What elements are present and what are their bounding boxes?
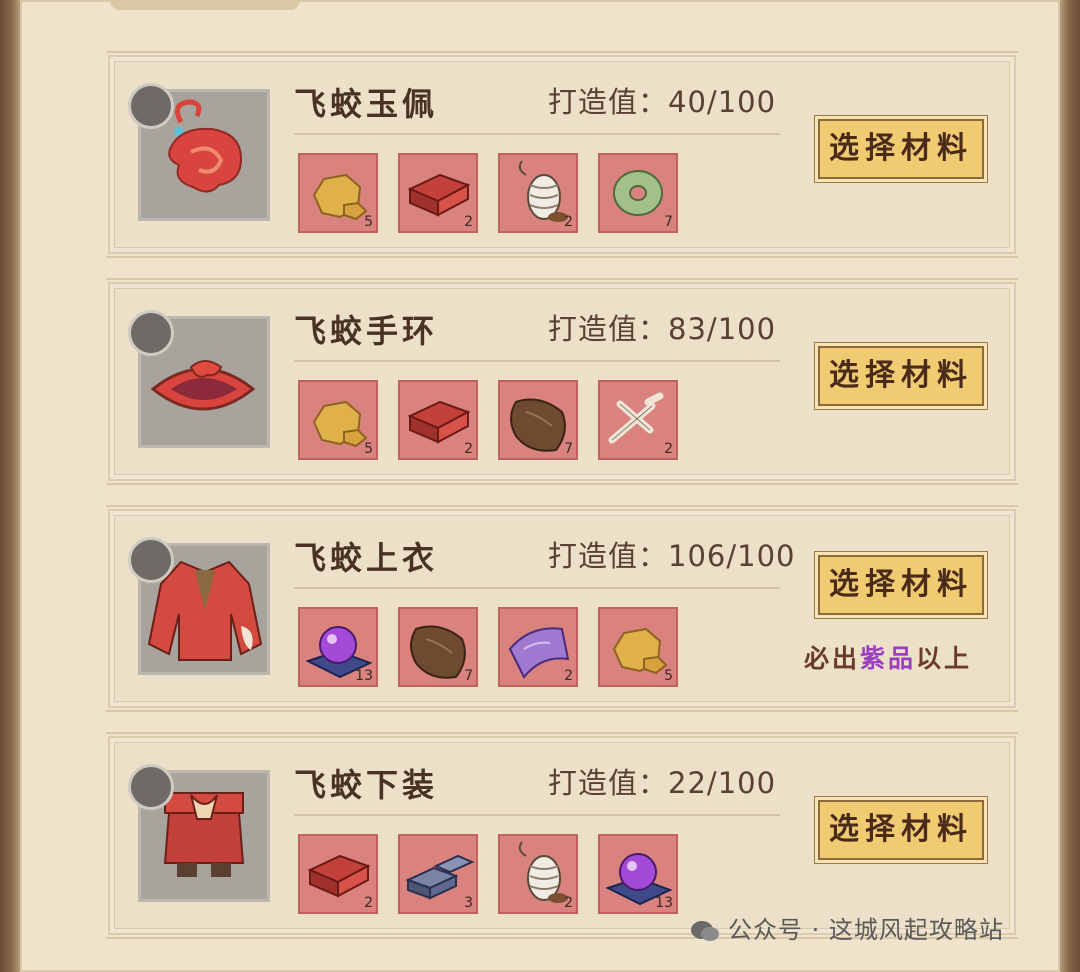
forge-value-text: 打造值：40/100 [548,85,777,119]
material-slot-bone[interactable]: 2 [598,380,678,460]
top-scrap [110,0,300,10]
forge-value-text: 打造值：83/100 [548,312,777,346]
material-qty: 2 [564,668,573,684]
material-slot-thread-spool[interactable]: 2 [498,153,578,233]
material-slot-purple-orb[interactable]: 13 [598,834,678,914]
item-card-jade-pendant: 飞蛟玉佩 打造值：40/100 5 2 2 7 选择材料 [106,51,1018,258]
material-qty: 7 [464,668,473,684]
material-slot-red-brick[interactable]: 2 [398,380,478,460]
left-frame [0,0,20,972]
material-qty: 13 [355,668,373,684]
dragon-badge-icon [128,764,174,810]
dragon-badge-icon [128,537,174,583]
divider [294,133,780,135]
material-slot-iron-ingot[interactable]: 3 [398,834,478,914]
forge-value-text: 打造值：106/100 [548,539,796,573]
material-qty: 7 [564,441,573,457]
item-name: 飞蛟下装 [294,766,439,804]
material-qty: 7 [664,214,673,230]
material-slot-gold-ore[interactable]: 5 [298,153,378,233]
material-qty: 2 [564,214,573,230]
divider [294,814,780,816]
select-materials-button[interactable]: 选择材料 [818,800,984,860]
material-qty: 13 [655,895,673,911]
item-name: 飞蛟手环 [294,312,439,350]
material-qty: 2 [364,895,373,911]
material-slot-purple-orb[interactable]: 13 [298,607,378,687]
material-qty: 5 [364,214,373,230]
material-qty: 3 [464,895,473,911]
watermark: 公众号 · 这城风起攻略站 [690,910,1004,945]
material-slot-thread-spool[interactable]: 2 [498,834,578,914]
material-slot-purple-cloth[interactable]: 2 [498,607,578,687]
item-card-bottoms: 飞蛟下装 打造值：22/100 2 3 2 13 选择材料 [106,732,1018,939]
material-slot-red-brick[interactable]: 2 [298,834,378,914]
dragon-badge-icon [128,83,174,129]
quality-guarantee-note: 必出紫品以上 [804,644,973,673]
select-materials-button[interactable]: 选择材料 [818,555,984,615]
item-card-top: 飞蛟上衣 打造值：106/100 13 7 2 5 选择材料 必出紫品以上 [106,505,1018,712]
material-qty: 2 [564,895,573,911]
material-slot-fur-pelt[interactable]: 7 [498,380,578,460]
material-slot-gold-ore[interactable]: 5 [298,380,378,460]
material-qty: 5 [364,441,373,457]
dragon-badge-icon [128,310,174,356]
item-card-bracelet: 飞蛟手环 打造值：83/100 5 2 7 2 选择材料 [106,278,1018,485]
divider [294,587,780,589]
divider [294,360,780,362]
item-name: 飞蛟玉佩 [294,85,439,123]
right-frame [1060,0,1080,972]
wechat-icon [691,921,719,941]
material-slot-red-brick[interactable]: 2 [398,153,478,233]
select-materials-button[interactable]: 选择材料 [818,119,984,179]
forge-value-text: 打造值：22/100 [548,766,777,800]
material-qty: 5 [664,668,673,684]
material-qty: 2 [464,441,473,457]
parchment-panel: 飞蛟玉佩 打造值：40/100 5 2 2 7 选择材料 飞蛟手环 打造值：83… [20,0,1060,972]
material-slot-fur-pelt[interactable]: 7 [398,607,478,687]
quality-highlight: 紫品 [860,644,917,673]
material-slot-gold-ore[interactable]: 5 [598,607,678,687]
select-materials-button[interactable]: 选择材料 [818,346,984,406]
material-qty: 2 [664,441,673,457]
material-qty: 2 [464,214,473,230]
item-name: 飞蛟上衣 [294,539,439,577]
material-slot-jade-disc[interactable]: 7 [598,153,678,233]
